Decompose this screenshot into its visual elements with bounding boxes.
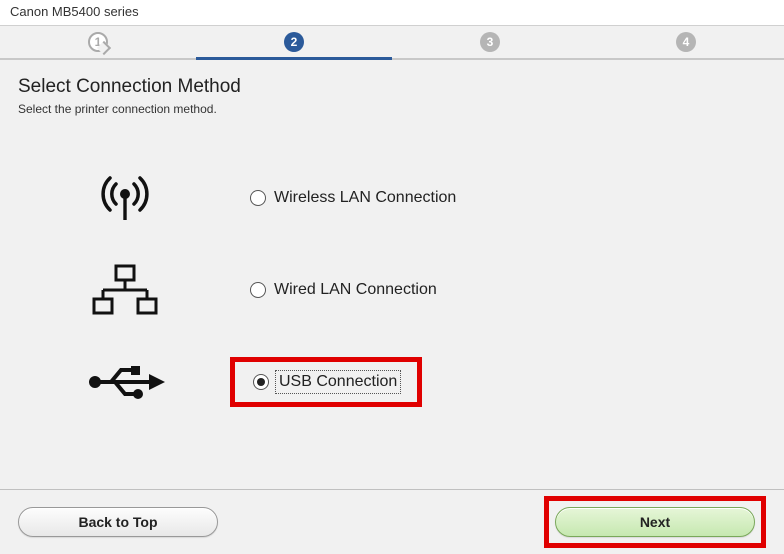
window-title-bar: Canon MB5400 series [0,0,784,26]
radio-wireless[interactable]: Wireless LAN Connection [250,189,456,207]
option-label: Wired LAN Connection [274,281,437,299]
page-header: Select Connection Method Select the prin… [0,60,784,122]
radio-usb[interactable]: USB Connection [253,372,399,392]
step-badge-2: 2 [284,32,304,52]
wired-lan-icon [0,263,250,317]
back-to-top-button[interactable]: Back to Top [18,507,218,537]
footer-bar: Back to Top Next [0,490,784,554]
radio-indicator [253,374,269,390]
option-wired[interactable]: Wired LAN Connection [0,244,784,336]
next-button[interactable]: Next [555,507,755,537]
step-4: 4 [588,26,784,60]
wireless-icon [0,170,250,226]
step-badge-3: 3 [480,32,500,52]
option-label: Wireless LAN Connection [274,189,456,207]
usb-icon [0,363,250,401]
option-usb[interactable]: USB Connection [0,336,784,428]
step-badge-1: 1 [88,32,108,52]
button-label: Back to Top [78,514,157,530]
step-indicator: 1 2 3 4 [0,26,784,60]
page-subtitle: Select the printer connection method. [18,102,766,116]
highlight-next: Next [544,496,766,548]
option-wireless[interactable]: Wireless LAN Connection [0,152,784,244]
step-2: 2 [196,26,392,60]
radio-wired[interactable]: Wired LAN Connection [250,281,437,299]
highlight-usb: USB Connection [230,357,422,407]
window-title: Canon MB5400 series [10,4,139,19]
radio-indicator [250,190,266,206]
step-1: 1 [0,26,196,60]
connection-options: Wireless LAN Connection [0,152,784,428]
wizard-panel: 1 2 3 4 Select Connection Method Select … [0,26,784,554]
option-label: USB Connection [277,372,399,392]
radio-indicator [250,282,266,298]
button-label: Next [640,514,670,530]
step-badge-4: 4 [676,32,696,52]
step-3: 3 [392,26,588,60]
page-title: Select Connection Method [18,76,766,98]
